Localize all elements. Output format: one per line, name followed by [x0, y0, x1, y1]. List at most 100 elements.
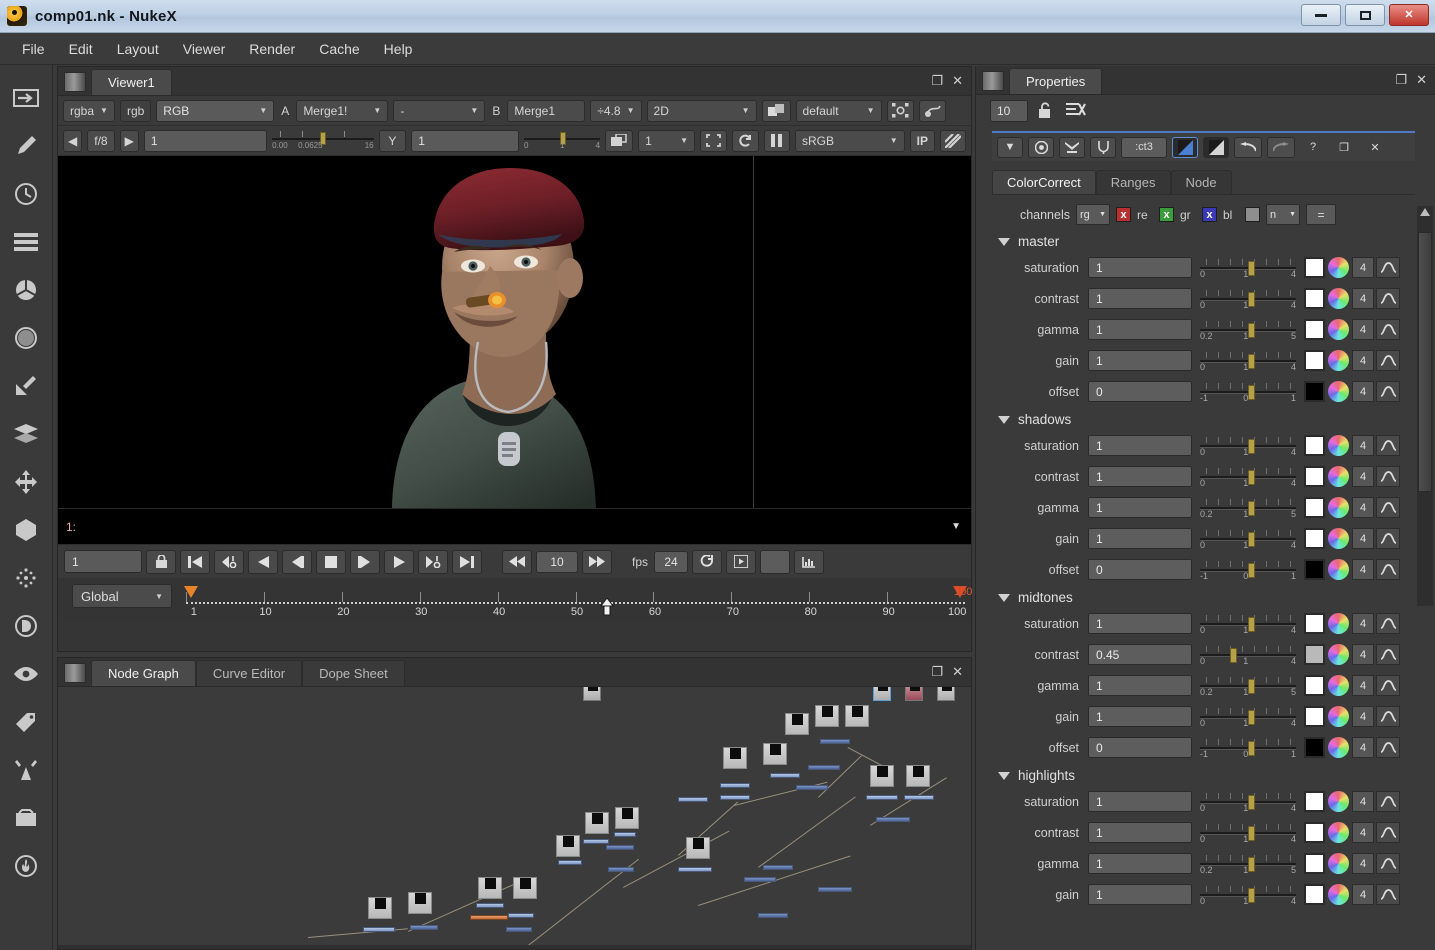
menu-file[interactable]: File: [10, 38, 57, 60]
clear-all-icon[interactable]: [1066, 102, 1086, 120]
param-value-field[interactable]: 1: [1088, 435, 1192, 456]
draw-pen-icon[interactable]: [9, 129, 43, 163]
zoom-selector[interactable]: ÷4.8 ▼: [590, 99, 642, 122]
checkerboard-icon[interactable]: [940, 129, 966, 152]
param-slider[interactable]: -1 0 1: [1200, 380, 1296, 404]
node[interactable]: [513, 877, 537, 899]
param-value-field[interactable]: 1: [1088, 822, 1192, 843]
color-wheel-icon[interactable]: [1328, 675, 1349, 696]
color-wheel-icon[interactable]: [1328, 257, 1349, 278]
param-slider[interactable]: 0 1 4: [1200, 434, 1296, 458]
animation-curve-icon[interactable]: [1376, 497, 1400, 518]
furnace-flame-icon[interactable]: [9, 849, 43, 883]
gizmo-icon[interactable]: [886, 99, 914, 122]
color-wheel-icon[interactable]: [9, 273, 43, 307]
timeline[interactable]: Global ▼ 1 10 20 30 40 50 60 70 80 90 100: [58, 578, 972, 622]
param-slider[interactable]: 0 1 4: [1200, 527, 1296, 551]
channel-count-button[interactable]: 4: [1352, 319, 1374, 340]
operation-selector[interactable]: - ▼: [393, 99, 486, 122]
postage-stamp-icon[interactable]: [1090, 136, 1116, 158]
param-value-field[interactable]: 1: [1088, 791, 1192, 812]
section-header-highlights[interactable]: highlights: [976, 763, 1435, 786]
param-color-swatch[interactable]: [1304, 737, 1325, 758]
status-dropdown-icon[interactable]: ▼: [951, 521, 961, 532]
refresh-icon[interactable]: [732, 129, 760, 152]
step-forward-icon[interactable]: [350, 549, 380, 574]
color-wheel-icon[interactable]: [1328, 466, 1349, 487]
pause-icon[interactable]: [764, 129, 791, 152]
menu-viewer[interactable]: Viewer: [171, 38, 238, 60]
animation-curve-icon[interactable]: [1376, 791, 1400, 812]
transform-move-icon[interactable]: [9, 465, 43, 499]
node[interactable]: [815, 705, 839, 727]
float-panel-icon[interactable]: ❐: [1331, 137, 1357, 158]
gain-slider[interactable]: 0.00 0.0625 16: [272, 129, 374, 153]
play-forward-icon[interactable]: [384, 549, 414, 574]
equals-button[interactable]: =: [1306, 204, 1336, 225]
color-wheel-icon[interactable]: [1328, 319, 1349, 340]
param-value-field[interactable]: 1: [1088, 613, 1192, 634]
image-input-icon[interactable]: [9, 81, 43, 115]
viewer-process-selector[interactable]: default ▼: [795, 99, 882, 122]
animation-curve-icon[interactable]: [1376, 706, 1400, 727]
menu-cache[interactable]: Cache: [307, 38, 371, 60]
animation-curve-icon[interactable]: [1376, 853, 1400, 874]
param-value-field[interactable]: 1: [1088, 675, 1192, 696]
layer-selector[interactable]: RGB ▼: [156, 99, 275, 122]
red-channel-checkbox[interactable]: x: [1116, 207, 1131, 222]
animation-curve-icon[interactable]: [1376, 884, 1400, 905]
mask-icon[interactable]: [1059, 136, 1085, 158]
channel-count-button[interactable]: 4: [1352, 706, 1374, 727]
param-slider[interactable]: 0 1 4: [1200, 287, 1296, 311]
other-wrench-icon[interactable]: [9, 753, 43, 787]
param-color-swatch[interactable]: [1304, 435, 1325, 456]
step-back-icon[interactable]: [282, 549, 312, 574]
scroll-up-icon[interactable]: [1420, 208, 1430, 216]
node[interactable]: [556, 835, 580, 857]
param-slider[interactable]: 0 1 4: [1200, 643, 1296, 667]
animation-curve-icon[interactable]: [1376, 613, 1400, 634]
view-mode-selector[interactable]: 2D ▼: [646, 99, 757, 122]
section-header-master[interactable]: master: [976, 229, 1435, 252]
color-wheel-icon[interactable]: [1328, 288, 1349, 309]
tab-curve-editor[interactable]: Curve Editor: [195, 660, 303, 686]
play-backward-icon[interactable]: [248, 549, 278, 574]
panel-grip-icon[interactable]: [64, 663, 86, 683]
channel-bars-icon[interactable]: [9, 225, 43, 259]
redo-icon[interactable]: [1267, 136, 1295, 158]
param-color-swatch[interactable]: [1304, 381, 1325, 402]
node[interactable]: [478, 877, 502, 899]
tab-node-graph[interactable]: Node Graph: [91, 660, 196, 686]
fps-field[interactable]: 24: [654, 550, 689, 573]
param-color-swatch[interactable]: [1304, 559, 1325, 580]
filter-dots-icon[interactable]: [9, 321, 43, 355]
color-wheel-icon[interactable]: [1328, 613, 1349, 634]
node[interactable]: [585, 812, 609, 834]
first-frame-icon[interactable]: [180, 549, 210, 574]
channel-count-button[interactable]: 4: [1352, 644, 1374, 665]
playhead-handle[interactable]: [599, 597, 615, 616]
tab-dope-sheet[interactable]: Dope Sheet: [302, 660, 405, 686]
roto-paint-icon[interactable]: [918, 99, 946, 122]
tab-node[interactable]: Node: [1170, 170, 1232, 194]
deep-icon[interactable]: [9, 609, 43, 643]
param-slider[interactable]: 0.2 1 5: [1200, 852, 1296, 876]
close-panel-icon[interactable]: ✕: [952, 664, 963, 680]
color-wheel-icon[interactable]: [1328, 497, 1349, 518]
channel-count-button[interactable]: 4: [1352, 675, 1374, 696]
param-value-field[interactable]: 0: [1088, 559, 1192, 580]
menu-layout[interactable]: Layout: [105, 38, 171, 60]
node-graph-canvas[interactable]: [58, 687, 971, 945]
collapse-triangle-icon[interactable]: [998, 593, 1010, 602]
channel-count-button[interactable]: 4: [1352, 288, 1374, 309]
param-color-swatch[interactable]: [1304, 288, 1325, 309]
param-value-field[interactable]: 1: [1088, 853, 1192, 874]
record-icon[interactable]: [1028, 136, 1054, 158]
channel-count-button[interactable]: 4: [1352, 884, 1374, 905]
param-value-field[interactable]: 1: [1088, 497, 1192, 518]
animation-curve-icon[interactable]: [1376, 319, 1400, 340]
sound-icon[interactable]: [794, 549, 825, 574]
param-value-field[interactable]: 1: [1088, 350, 1192, 371]
node[interactable]: [686, 837, 710, 859]
param-value-field[interactable]: 1: [1088, 528, 1192, 549]
